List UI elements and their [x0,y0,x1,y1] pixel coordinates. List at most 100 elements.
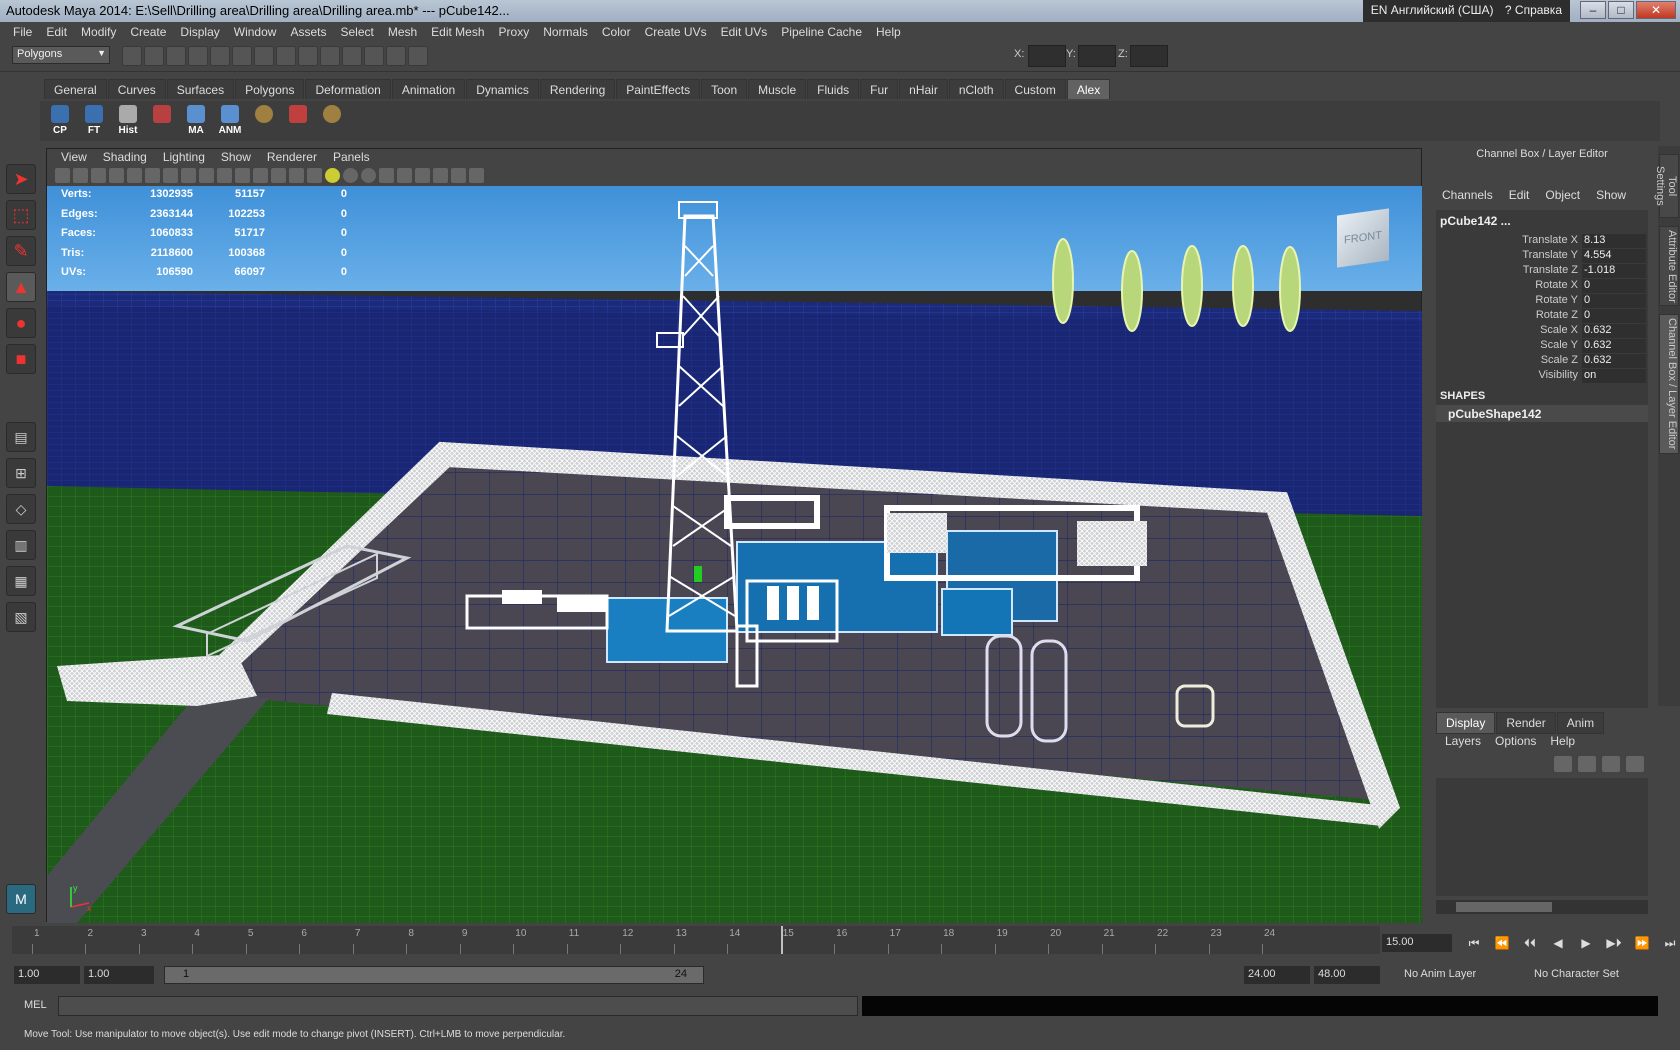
new-empty-layer-icon[interactable] [1602,756,1620,772]
shelf-tab-nhair[interactable]: nHair [899,79,948,99]
step-back-frame-button[interactable]: ⏴⏴ [1518,934,1542,952]
menu-window[interactable]: Window [227,22,284,42]
playback-start-field[interactable]: 1.00 [84,966,154,984]
shelf-button-cp[interactable]: CP [46,103,74,139]
render-settings-icon[interactable] [408,46,428,66]
coord-x-field[interactable] [1028,45,1066,67]
menu-proxy[interactable]: Proxy [492,22,537,42]
anim-layer-dropdown[interactable]: No Anim Layer [1400,966,1510,984]
save-scene-icon[interactable] [166,46,186,66]
layout-single-icon[interactable]: ▤ [6,422,36,452]
camera-icon[interactable] [55,168,70,183]
select-tool-icon[interactable]: ➤ [6,164,36,194]
attr-row-visibility[interactable]: Visibility on [1436,369,1648,384]
side-tab-attribute-editor[interactable]: Attribute Editor [1659,226,1679,306]
scale-tool-icon[interactable]: ■ [6,344,36,374]
paint-select-tool-icon[interactable]: ✎ [6,236,36,266]
viewport-menu-lighting[interactable]: Lighting [155,149,213,166]
attr-row-scale-z[interactable]: Scale Z 0.632 [1436,354,1648,369]
attr-value[interactable]: 0.632 [1582,339,1646,354]
menu-file[interactable]: File [6,22,39,42]
menu-normals[interactable]: Normals [536,22,595,42]
shelf-tab-toon[interactable]: Toon [701,79,748,99]
menu-select[interactable]: Select [333,22,380,42]
viewport-menu-shading[interactable]: Shading [95,149,155,166]
shelf-tab-custom[interactable]: Custom [1004,79,1066,99]
attr-value[interactable]: on [1582,369,1646,384]
shelf-tab-rendering[interactable]: Rendering [539,79,616,99]
layout-graph-icon[interactable]: ▦ [6,566,36,596]
layer-list[interactable] [1436,778,1648,896]
play-forwards-button[interactable]: ▶ [1574,934,1598,952]
textured-icon[interactable] [307,168,322,183]
tab-render[interactable]: Render [1496,712,1556,734]
shelf-button-paint[interactable] [284,103,312,139]
camera-attributes-icon[interactable] [73,168,88,183]
antialias-icon[interactable] [397,168,412,183]
attr-row-scale-x[interactable]: Scale X 0.632 [1436,324,1648,339]
play-backwards-button[interactable]: ◀ [1546,934,1570,952]
step-forward-key-button[interactable]: ⏩ [1630,934,1654,952]
menu-edit[interactable]: Edit [39,22,74,42]
grid-icon[interactable] [127,168,142,183]
attr-value[interactable]: 0 [1582,294,1646,309]
menu-assets[interactable]: Assets [283,22,333,42]
time-slider[interactable]: 1 2 3 4 5 6 7 8 9 10 11 12 13 14 15 16 17 18 19 20 21 22 23 24 [12,926,1380,954]
character-set-dropdown[interactable]: No Character Set [1530,966,1650,984]
image-plane-icon[interactable] [109,168,124,183]
shelf-tab-fur[interactable]: Fur [860,79,899,99]
menu-modify[interactable]: Modify [74,22,123,42]
wire-on-shaded-icon[interactable] [289,168,304,183]
tab-anim[interactable]: Anim [1556,712,1605,734]
shelf-button-anm[interactable]: ANM [216,103,244,139]
bookmark-icon[interactable] [91,168,106,183]
go-to-end-button[interactable]: ⏭ [1658,934,1680,952]
layout-outliner-icon[interactable]: ▥ [6,530,36,560]
menu-color[interactable]: Color [595,22,638,42]
shelf-tab-painteffects[interactable]: PaintEffects [616,79,701,99]
object-name[interactable]: pCube142 ... [1440,214,1511,228]
viewport-menu-renderer[interactable]: Renderer [259,149,325,166]
menu-help[interactable]: Help [869,22,908,42]
go-to-start-button[interactable]: ⏮ [1462,934,1486,952]
move-layer-down-icon[interactable] [1578,756,1596,772]
attr-row-scale-y[interactable]: Scale Y 0.632 [1436,339,1648,354]
step-forward-frame-button[interactable]: ▶⏵ [1602,934,1626,952]
coord-z-field[interactable] [1130,45,1168,67]
side-tab-channel-box[interactable]: Channel Box / Layer Editor [1659,314,1679,454]
safe-action-icon[interactable] [217,168,232,183]
gate-mask-icon[interactable] [181,168,196,183]
layer-menu-help[interactable]: Help [1543,734,1582,748]
language-indicator[interactable]: EN Английский (США) ? Справка [1362,0,1570,22]
view-cube[interactable]: FRONT [1337,208,1389,268]
side-tab-tool-settings[interactable]: Tool Settings [1654,154,1679,218]
tab-display[interactable]: Display [1436,712,1496,734]
shelf-tab-muscle[interactable]: Muscle [748,79,807,99]
lasso-tool-icon[interactable]: ⬚ [6,200,36,230]
move-layer-up-icon[interactable] [1554,756,1572,772]
mode-selector[interactable]: Polygons ▼ [12,46,110,64]
shelf-tab-curves[interactable]: Curves [107,79,166,99]
select-component-icon[interactable] [232,46,252,66]
menu-pipeline-cache[interactable]: Pipeline Cache [774,22,869,42]
xray-joints-icon[interactable] [469,168,484,183]
select-object-icon[interactable] [210,46,230,66]
layer-list-scrollbar[interactable] [1436,900,1648,914]
maximize-button[interactable]: □ [1608,1,1634,19]
attr-row-rotate-y[interactable]: Rotate Y 0 [1436,294,1648,309]
menu-create[interactable]: Create [123,22,173,42]
shelf-tab-deformation[interactable]: Deformation [305,79,391,99]
isolate-select-icon[interactable] [433,168,448,183]
film-gate-icon[interactable] [145,168,160,183]
shape-node-name[interactable]: pCubeShape142 [1436,405,1648,422]
new-scene-icon[interactable] [122,46,142,66]
shelf-button-ma[interactable]: MA [182,103,210,139]
shelf-tab-surfaces[interactable]: Surfaces [166,79,235,99]
attr-value[interactable]: 4.554 [1582,249,1646,264]
dof-icon[interactable] [415,168,430,183]
layout-hypershade-icon[interactable]: ▧ [6,602,36,632]
attr-value[interactable]: 0 [1582,309,1646,324]
attr-value[interactable]: 0 [1582,279,1646,294]
shelf-tab-dynamics[interactable]: Dynamics [466,79,539,99]
safe-title-icon[interactable] [235,168,250,183]
